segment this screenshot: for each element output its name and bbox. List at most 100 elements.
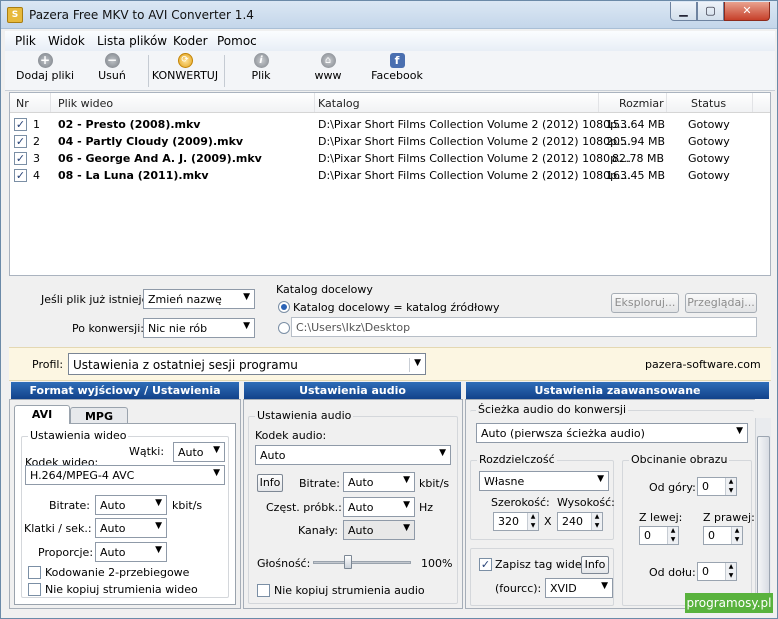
close-button[interactable]: ✕ — [724, 2, 770, 21]
audio-track-select[interactable]: Auto (pierwsza ścieżka audio) ▼ — [476, 423, 748, 443]
table-row[interactable]: ✓ 1 02 - Presto (2008).mkv D:\Pixar Shor… — [10, 116, 770, 133]
add-files-button[interactable]: + Dodaj pliki — [15, 53, 75, 82]
table-row[interactable]: ✓ 2 04 - Partly Cloudy (2009).mkv D:\Pix… — [10, 133, 770, 150]
spin-down-icon[interactable]: ▼ — [527, 521, 538, 530]
audio-info-button[interactable]: Info — [257, 474, 283, 492]
column-divider[interactable] — [50, 93, 51, 112]
video-bitrate-select[interactable]: Auto ▼ — [95, 495, 167, 515]
spin-down-icon[interactable]: ▼ — [725, 486, 736, 495]
volume-slider-handle[interactable] — [344, 555, 352, 569]
volume-slider[interactable] — [313, 555, 411, 569]
aspect-label: Proporcje: — [38, 546, 94, 559]
crop-right-value: 0 — [708, 529, 715, 542]
convert-icon: ⟳ — [177, 53, 193, 68]
chevron-down-icon: ▼ — [213, 468, 220, 478]
spin-up-icon[interactable]: ▲ — [667, 527, 678, 535]
spin-down-icon[interactable]: ▼ — [731, 535, 742, 544]
col-file[interactable]: Plik wideo — [58, 97, 113, 110]
menu-pomoc[interactable]: Pomoc — [217, 34, 257, 48]
menu-lista-plikow[interactable]: Lista plików — [97, 34, 167, 48]
channels-select[interactable]: Auto ▼ — [343, 520, 415, 540]
menu-plik[interactable]: Plik — [15, 34, 36, 48]
spin-down-icon[interactable]: ▼ — [667, 535, 678, 544]
custom-dir-radio[interactable] — [278, 322, 290, 334]
chevron-down-icon: ▼ — [155, 521, 162, 531]
explore-button[interactable]: Eksploruj... — [611, 293, 679, 313]
facebook-button[interactable]: f Facebook — [367, 53, 427, 82]
after-conversion-label: Po konwersji: — [72, 322, 144, 335]
crop-bottom-stepper[interactable]: 0 ▲ ▼ — [697, 562, 737, 581]
spin-down-icon[interactable]: ▼ — [591, 521, 602, 530]
col-size[interactable]: Rozmiar — [619, 97, 664, 110]
browse-button[interactable]: Przeglądaj... — [685, 293, 757, 313]
col-status[interactable]: Status — [691, 97, 726, 110]
crop-right-stepper[interactable]: 0 ▲ ▼ — [703, 526, 743, 545]
table-row[interactable]: ✓ 4 08 - La Luna (2011).mkv D:\Pixar Sho… — [10, 167, 770, 184]
advanced-scrollbar[interactable] — [755, 418, 771, 608]
maximize-button[interactable]: ▢ — [697, 2, 724, 21]
title-bar[interactable]: S Pazera Free MKV to AVI Converter 1.4 ▁… — [1, 1, 777, 29]
column-divider[interactable] — [752, 93, 753, 112]
menu-widok[interactable]: Widok — [48, 34, 85, 48]
sample-rate-select[interactable]: Auto ▼ — [343, 497, 415, 517]
tab-avi[interactable]: AVI — [14, 405, 70, 424]
tab-mpg[interactable]: MPG — [70, 407, 128, 424]
same-dir-radio[interactable] — [278, 301, 290, 313]
advanced-panel: Ścieżka audio do konwersji Auto (pierwsz… — [465, 399, 755, 609]
column-divider[interactable] — [598, 93, 599, 112]
no-copy-video-checkbox[interactable] — [28, 583, 41, 596]
after-conversion-select[interactable]: Nic nie rób ▼ — [143, 318, 255, 338]
row-size: 153.64 MB — [606, 118, 666, 131]
spin-up-icon[interactable]: ▲ — [527, 513, 538, 521]
col-dir[interactable]: Katalog — [318, 97, 360, 110]
menu-koder[interactable]: Koder — [173, 34, 208, 48]
row-checkbox[interactable]: ✓ — [14, 169, 27, 182]
audio-codec-select[interactable]: Auto ▼ — [255, 445, 451, 465]
profile-select[interactable]: Ustawienia z ostatniej sesji programu ▼ — [68, 353, 426, 375]
profile-value: Ustawienia z ostatniej sesji programu — [73, 358, 298, 372]
minimize-button[interactable]: ▁ — [670, 2, 697, 21]
crop-left-stepper[interactable]: 0 ▲ ▼ — [639, 526, 679, 545]
chevron-down-icon: ▼ — [409, 358, 421, 372]
width-stepper[interactable]: 320 ▲ ▼ — [493, 512, 539, 531]
www-button[interactable]: ⌂ www — [308, 53, 348, 82]
row-checkbox[interactable]: ✓ — [14, 152, 27, 165]
fourcc-info-button[interactable]: Info — [581, 556, 609, 574]
scrollbar-thumb[interactable] — [757, 436, 770, 596]
spin-up-icon[interactable]: ▲ — [731, 527, 742, 535]
aspect-select[interactable]: Auto ▼ — [95, 542, 167, 562]
fps-select[interactable]: Auto ▼ — [95, 518, 167, 538]
height-stepper[interactable]: 240 ▲ ▼ — [557, 512, 603, 531]
two-pass-checkbox[interactable] — [28, 566, 41, 579]
column-divider[interactable] — [314, 93, 315, 112]
spin-up-icon[interactable]: ▲ — [591, 513, 602, 521]
crop-top-stepper[interactable]: 0 ▲ ▼ — [697, 477, 737, 496]
col-nr[interactable]: Nr — [16, 97, 29, 110]
no-copy-audio-checkbox[interactable] — [257, 584, 270, 597]
fourcc-checkbox[interactable]: ✓ — [479, 558, 492, 571]
spin-up-icon[interactable]: ▲ — [725, 478, 736, 486]
column-divider[interactable] — [666, 93, 667, 112]
threads-select[interactable]: Auto ▼ — [173, 442, 225, 462]
convert-button[interactable]: ⟳ KONWERTUJ — [151, 53, 219, 82]
spin-up-icon[interactable]: ▲ — [725, 563, 736, 571]
audio-track-title: Ścieżka audio do konwersji — [476, 403, 629, 416]
video-codec-select[interactable]: H.264/MPEG-4 AVC ▼ — [25, 465, 225, 485]
resolution-select[interactable]: Własne ▼ — [479, 471, 609, 491]
row-checkbox[interactable]: ✓ — [14, 118, 27, 131]
file-info-button[interactable]: i Plik — [241, 53, 281, 82]
custom-dir-input[interactable]: C:\Users\Ikz\Desktop — [291, 317, 757, 337]
row-checkbox[interactable]: ✓ — [14, 135, 27, 148]
fps-value: Auto — [100, 522, 126, 535]
file-list[interactable]: Nr Plik wideo Katalog Rozmiar Status ✓ 1… — [9, 92, 771, 276]
video-panel: AVI MPG Ustawienia wideo Kodek wideo: Wą… — [9, 399, 241, 609]
toolbar: + Dodaj pliki − Usuń ⟳ KONWERTUJ i Plik … — [5, 51, 775, 91]
video-bitrate-label: Bitrate: — [49, 499, 90, 512]
if-exists-select[interactable]: Zmień nazwę ▼ — [143, 289, 255, 309]
audio-bitrate-select[interactable]: Auto ▼ — [343, 472, 415, 492]
fourcc-select[interactable]: XVID ▼ — [545, 578, 613, 598]
website-link[interactable]: pazera-software.com — [645, 358, 761, 371]
spin-down-icon[interactable]: ▼ — [725, 571, 736, 580]
table-row[interactable]: ✓ 3 06 - George And A. J. (2009).mkv D:\… — [10, 150, 770, 167]
remove-button[interactable]: − Usuń — [87, 53, 137, 82]
